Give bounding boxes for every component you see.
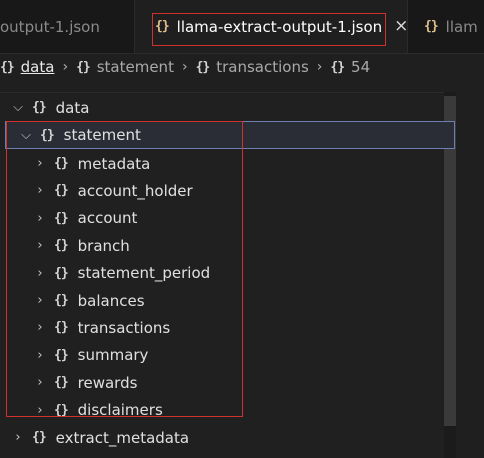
chevron-right-icon: › (316, 59, 323, 75)
json-object-icon: {} (76, 59, 91, 75)
breadcrumb-item-statement[interactable]: {} statement (76, 58, 174, 76)
json-object-icon: {} (330, 59, 345, 75)
breadcrumb-item-54[interactable]: {} 54 (330, 58, 370, 76)
chevron-right-icon: › (181, 59, 188, 75)
breadcrumb-label: statement (96, 58, 174, 76)
json-object-icon: {} (0, 59, 15, 75)
breadcrumb-label: 54 (351, 58, 371, 76)
breadcrumb-label: data (20, 58, 55, 76)
annotation-box-tree (6, 121, 243, 417)
tab-label: llam (445, 17, 478, 36)
tab-llama-next[interactable]: {} llam (407, 0, 484, 53)
json-object-icon: {} (32, 100, 47, 115)
tree-node-extract-metadata[interactable]: › {} extract_metadata (10, 424, 189, 451)
tree-node-label: extract_metadata (55, 428, 190, 447)
breadcrumb: {} data › {} statement › {} transactions… (0, 53, 484, 81)
annotation-box-tab (152, 13, 386, 46)
json-array-icon: {} (195, 59, 211, 75)
breadcrumb-label: transactions (216, 58, 309, 76)
breadcrumb-item-data[interactable]: {} data (0, 58, 54, 76)
chevron-right-icon[interactable]: › (10, 430, 26, 445)
tab-label: output-1.json (0, 17, 100, 36)
breadcrumb-item-transactions[interactable]: {} transactions (196, 58, 309, 76)
tree-node-label: data (55, 98, 90, 117)
tab-output-1-json[interactable]: output-1.json (0, 0, 135, 53)
chevron-right-icon: › (62, 59, 69, 75)
chevron-down-icon[interactable]: ⌵ (10, 100, 26, 115)
json-file-icon: {} (424, 19, 439, 34)
json-object-icon: {} (32, 430, 47, 445)
tree-node-data[interactable]: ⌵ {} data (10, 94, 89, 121)
editor-window: output-1.json {} llama-extract-output-1.… (0, 0, 484, 458)
